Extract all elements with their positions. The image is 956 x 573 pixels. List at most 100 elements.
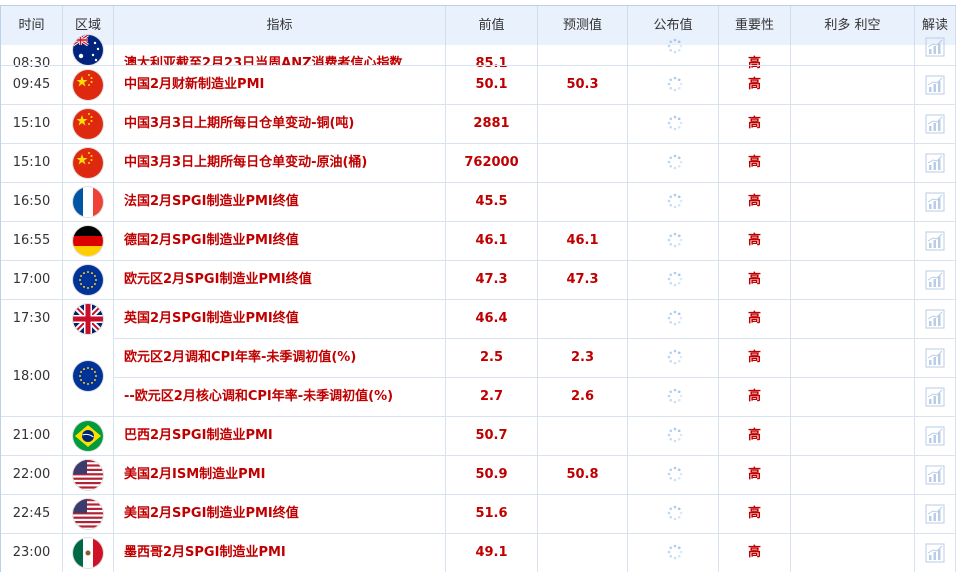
brazil-flag-icon [73,421,103,451]
table-row: 09:45 中国2月财新制造业PMI 50.1 50.3 高 [1,65,956,104]
row-read[interactable] [915,300,956,338]
row-read[interactable] [915,261,956,299]
row-forecast [538,105,628,143]
chart-trend-icon[interactable] [925,270,945,290]
loading-spinner-icon [666,387,684,405]
table-row: 18:00欧元区2月调和CPI年率-未季调初值(%)2.52.3高 [1,338,956,377]
row-forecast [538,183,628,221]
row-read[interactable] [915,105,956,143]
row-indicator-link[interactable]: 中国3月3日上期所每日仓单变动-原油(桶) [114,144,446,182]
header-indicator: 指标 [114,6,446,45]
row-indicator-link[interactable]: 美国2月ISM制造业PMI [114,456,446,494]
row-importance: 高 [719,45,791,71]
row-read[interactable] [915,378,956,416]
row-region [63,183,114,221]
row-indicator-link[interactable]: 德国2月SPGI制造业PMI终值 [114,222,446,260]
australia-flag-icon [73,35,103,65]
row-indicator-link[interactable]: 欧元区2月SPGI制造业PMI终值 [114,261,446,299]
chart-trend-icon[interactable] [925,543,945,563]
usa-flag-icon [73,499,103,529]
chart-trend-icon[interactable] [925,153,945,173]
row-indicator-link[interactable]: 欧元区2月调和CPI年率-未季调初值(%) [114,339,446,377]
chart-trend-icon[interactable] [925,231,945,251]
loading-spinner-icon [666,75,684,93]
table-row: 15:10 中国3月3日上期所每日仓单变动-铜(吨) 2881 高 [1,104,956,143]
chart-trend-icon[interactable] [925,309,945,329]
row-region [63,534,114,572]
eu-flag-icon [73,361,103,391]
table-row: 22:45 美国2月SPGI制造业PMI终值 51.6 高 [1,494,956,533]
row-read[interactable] [915,37,956,65]
row-indicator-link[interactable]: 中国3月3日上期所每日仓单变动-铜(吨) [114,105,446,143]
row-indicator-link[interactable]: 墨西哥2月SPGI制造业PMI [114,534,446,572]
row-previous: 2.5 [446,339,538,377]
row-time: 16:50 [1,183,63,221]
table-row: 22:00 美国2月ISM制造业PMI 50.9 50.8 高 [1,455,956,494]
chart-trend-icon[interactable] [925,114,945,134]
chart-trend-icon[interactable] [925,192,945,212]
row-time: 09:45 [1,66,63,104]
row-effect [791,417,915,455]
row-published [628,105,719,143]
row-read[interactable] [915,495,956,533]
row-effect [791,456,915,494]
chart-trend-icon[interactable] [925,465,945,485]
row-effect [791,495,915,533]
chart-trend-icon[interactable] [925,426,945,446]
eu-flag-icon [73,265,103,295]
uk-flag-icon [73,304,103,334]
row-forecast [538,45,628,65]
row-effect [791,222,915,260]
row-indicator-link[interactable]: 中国2月财新制造业PMI [114,66,446,104]
table-row: 21:00 巴西2月SPGI制造业PMI 50.7 高 [1,416,956,455]
row-published [628,222,719,260]
chart-trend-icon[interactable] [925,37,945,57]
row-read[interactable] [915,339,956,377]
germany-flag-icon [73,226,103,256]
row-effect [791,378,915,416]
row-indicator-link[interactable]: 巴西2月SPGI制造业PMI [114,417,446,455]
header-importance: 重要性 [719,6,791,45]
loading-spinner-icon [666,465,684,483]
row-read[interactable] [915,417,956,455]
row-previous: 50.9 [446,456,538,494]
row-read[interactable] [915,222,956,260]
row-indicator-link[interactable]: 英国2月SPGI制造业PMI终值 [114,300,446,338]
row-published [628,456,719,494]
row-time: 08:30 [1,45,63,71]
chart-trend-icon[interactable] [925,504,945,524]
row-time: 15:10 [1,105,63,143]
row-indicator-link[interactable]: 法国2月SPGI制造业PMI终值 [114,183,446,221]
table-row: 16:55 德国2月SPGI制造业PMI终值 46.1 46.1 高 [1,221,956,260]
row-read[interactable] [915,456,956,494]
row-forecast [538,144,628,182]
row-importance: 高 [719,456,791,494]
row-region [63,261,114,299]
france-flag-icon [73,187,103,217]
row-published [628,417,719,455]
loading-spinner-icon [666,309,684,327]
row-indicator-link[interactable]: 澳大利亚截至2月23日当周ANZ消费者信心指数 [114,45,446,65]
chart-trend-icon[interactable] [925,387,945,407]
row-effect [791,534,915,572]
row-read[interactable] [915,534,956,572]
loading-spinner-icon [666,504,684,522]
row-previous: 2881 [446,105,538,143]
row-forecast: 50.8 [538,456,628,494]
row-indicator-link[interactable]: --欧元区2月核心调和CPI年率-未季调初值(%) [114,378,446,416]
chart-trend-icon[interactable] [925,348,945,368]
row-effect [791,300,915,338]
row-indicator-link[interactable]: 美国2月SPGI制造业PMI终值 [114,495,446,533]
chart-trend-icon[interactable] [925,75,945,95]
row-read[interactable] [915,183,956,221]
row-forecast: 2.3 [538,339,628,377]
row-effect [791,66,915,104]
row-read[interactable] [915,144,956,182]
row-importance: 高 [719,417,791,455]
row-published [628,183,719,221]
loading-spinner-icon [666,37,684,55]
table-row: 17:00 欧元区2月SPGI制造业PMI终值 47.3 47.3 高 [1,260,956,299]
table-row: 08:30 澳大利亚截至2月23日当周ANZ消费者信心指数 85.1 高 [1,35,956,71]
row-read[interactable] [915,66,956,104]
row-importance: 高 [719,261,791,299]
